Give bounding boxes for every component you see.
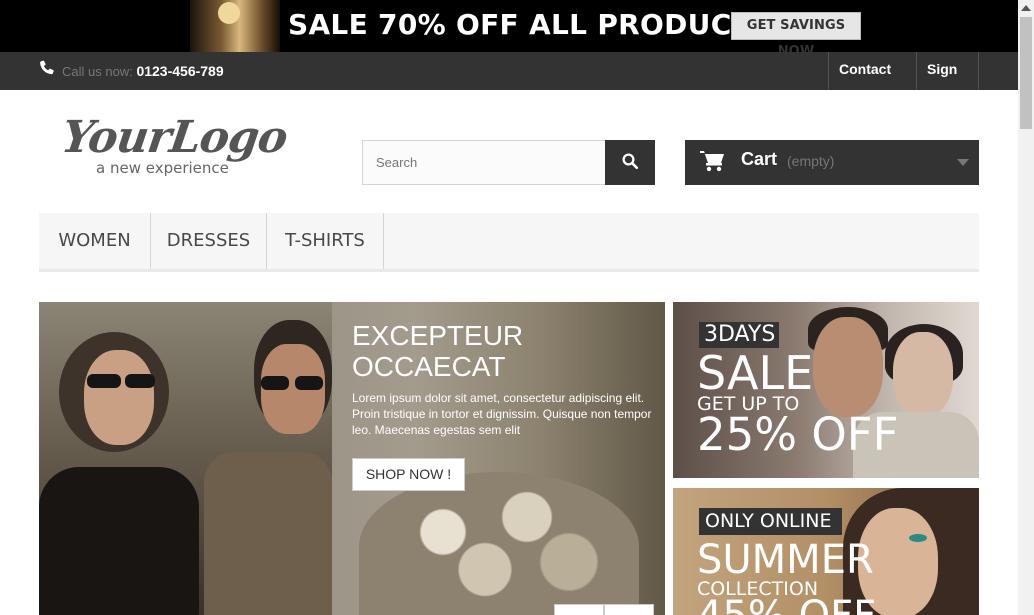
slide-photo xyxy=(39,302,332,615)
model-jacket xyxy=(204,452,332,615)
sunglasses-shape xyxy=(125,374,155,388)
slide-description: Lorem ipsum dolor sit amet, consectetur … xyxy=(352,391,652,437)
scroll-up-arrow-icon[interactable] xyxy=(1021,5,1031,11)
model-face xyxy=(893,332,953,417)
call-us-text: Call us now: 0123-456-789 xyxy=(62,63,224,79)
cart-title: Cart xyxy=(741,149,778,169)
banner-badge: 3DAYS xyxy=(699,322,779,348)
shop-now-button[interactable]: SHOP NOW ! xyxy=(352,458,465,491)
cart-dropdown[interactable]: Cart (empty) xyxy=(685,140,979,185)
model-face xyxy=(84,350,154,445)
sunglasses-shape xyxy=(87,374,121,388)
contact-us-link[interactable]: Contact us xyxy=(828,52,917,111)
sign-in-link[interactable]: Sign in xyxy=(916,52,979,111)
cart-status: (empty) xyxy=(787,153,835,169)
slide-title-line1: EXCEPTEUR xyxy=(352,320,524,351)
banner-headline: SUMMER xyxy=(697,537,874,583)
banner-offer: 25% OFF xyxy=(697,408,899,461)
home-slider[interactable]: EXCEPTEUR OCCAECAT Lorem ipsum dolor sit… xyxy=(39,302,665,615)
sale-banner[interactable]: 3DAYS SALE GET UP TO 25% OFF xyxy=(673,302,979,478)
banner-headline: SALE xyxy=(697,346,814,400)
get-savings-button[interactable]: GET SAVINGS NOW xyxy=(731,12,861,59)
slide-title-line2: OCCAECAT xyxy=(352,351,506,382)
banner-badge: ONLY ONLINE xyxy=(699,508,842,535)
site-logo[interactable]: YourLogo a new experience xyxy=(58,112,302,182)
sunglasses-shape xyxy=(295,376,323,390)
top-nav-bar: Call us now: 0123-456-789 Contact us Sig… xyxy=(0,52,1018,111)
search-button[interactable] xyxy=(605,140,655,185)
slider-next-button[interactable] xyxy=(604,604,654,615)
summer-banner[interactable]: ONLY ONLINE SUMMER COLLECTION 45% OFF xyxy=(673,488,979,615)
menu-item-women[interactable]: WOMEN xyxy=(39,213,151,269)
flowers-image xyxy=(359,472,639,615)
phone-number: 0123-456-789 xyxy=(136,63,224,79)
call-us-label: Call us now: xyxy=(62,64,133,79)
banner-offer: 45% OFF xyxy=(697,594,876,615)
chevron-down-icon xyxy=(957,159,969,166)
logo-script: YourLogo xyxy=(58,112,291,163)
model-jacket xyxy=(39,467,199,615)
logo-tagline: a new experience xyxy=(96,159,229,177)
slider-prev-button[interactable] xyxy=(554,604,604,615)
model-face xyxy=(813,317,883,417)
cart-icon xyxy=(700,151,724,172)
slide-title: EXCEPTEUR OCCAECAT xyxy=(352,320,652,382)
main-menu: WOMEN DRESSES T-SHIRTS xyxy=(39,213,979,272)
phone-icon xyxy=(40,60,54,75)
menu-item-t-shirts[interactable]: T-SHIRTS xyxy=(267,213,384,269)
promo-banner[interactable]: SALE 70% OFF ALL PRODUCTS GET SAVINGS NO… xyxy=(0,0,1018,59)
model-eye xyxy=(909,534,927,542)
sunglasses-shape xyxy=(261,376,289,390)
search-input[interactable] xyxy=(362,140,606,185)
promo-model-image xyxy=(190,0,280,52)
scrollbar-thumb[interactable] xyxy=(1020,17,1032,129)
search-icon xyxy=(622,153,639,170)
menu-item-dresses[interactable]: DRESSES xyxy=(151,213,267,269)
promo-text: SALE 70% OFF ALL PRODUCTS xyxy=(288,8,772,41)
